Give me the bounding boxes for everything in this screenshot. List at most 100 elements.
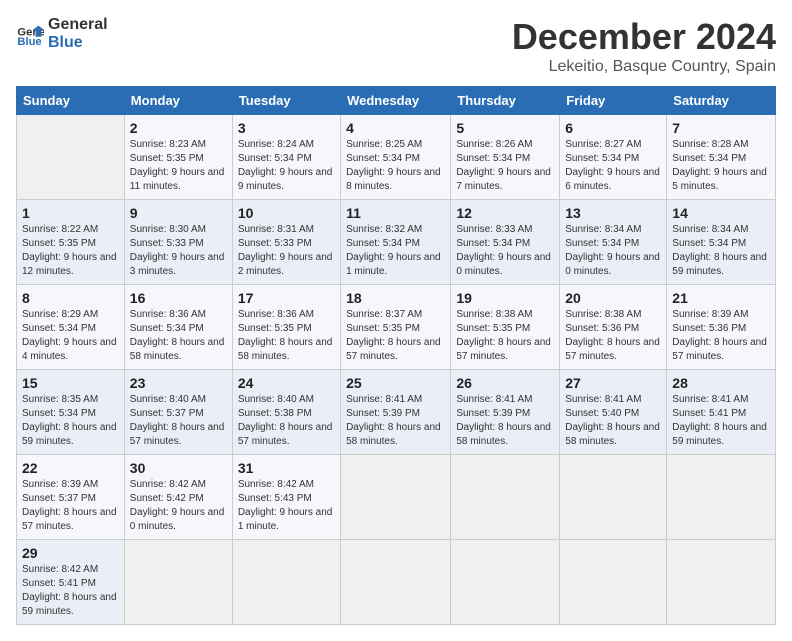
day-number: 12 xyxy=(456,205,554,221)
calendar-cell: 12 Sunrise: 8:33 AMSunset: 5:34 PMDayligh… xyxy=(451,200,560,285)
calendar-cell: 26 Sunrise: 8:41 AMSunset: 5:39 PMDayligh… xyxy=(451,370,560,455)
day-detail: Sunrise: 8:24 AMSunset: 5:34 PMDaylight:… xyxy=(238,139,333,192)
day-detail: Sunrise: 8:38 AMSunset: 5:35 PMDaylight:… xyxy=(456,309,551,362)
day-detail: Sunrise: 8:25 AMSunset: 5:34 PMDaylight:… xyxy=(346,139,441,192)
day-detail: Sunrise: 8:28 AMSunset: 5:34 PMDaylight:… xyxy=(672,139,767,192)
calendar-cell: 1 Sunrise: 8:22 AMSunset: 5:35 PMDaylight… xyxy=(17,200,125,285)
day-detail: Sunrise: 8:39 AMSunset: 5:37 PMDaylight:… xyxy=(22,479,117,532)
day-detail: Sunrise: 8:36 AMSunset: 5:34 PMDaylight:… xyxy=(130,309,225,362)
day-number: 25 xyxy=(346,375,445,391)
calendar-cell: 4 Sunrise: 8:25 AMSunset: 5:34 PMDaylight… xyxy=(341,115,451,200)
day-detail: Sunrise: 8:38 AMSunset: 5:36 PMDaylight:… xyxy=(565,309,660,362)
calendar-cell: 2 Sunrise: 8:23 AMSunset: 5:35 PMDaylight… xyxy=(124,115,232,200)
calendar-row: 15Sunrise: 8:35 AMSunset: 5:34 PMDayligh… xyxy=(17,370,776,455)
day-number: 10 xyxy=(238,205,335,221)
day-detail: Sunrise: 8:37 AMSunset: 5:35 PMDaylight:… xyxy=(346,309,441,362)
logo-general: General xyxy=(48,16,108,34)
logo-icon: General Blue xyxy=(16,20,44,48)
calendar-cell: 9Sunrise: 8:30 AMSunset: 5:33 PMDaylight… xyxy=(124,200,232,285)
day-detail: Sunrise: 8:31 AMSunset: 5:33 PMDaylight:… xyxy=(238,224,333,277)
day-number: 22 xyxy=(22,460,119,476)
day-detail: Sunrise: 8:29 AMSunset: 5:34 PMDaylight:… xyxy=(22,309,117,362)
day-detail: Sunrise: 8:22 AMSunset: 5:35 PMDaylight:… xyxy=(22,224,117,277)
day-number: 18 xyxy=(346,290,445,306)
day-detail: Sunrise: 8:40 AMSunset: 5:37 PMDaylight:… xyxy=(130,394,225,447)
calendar-cell: 23 Sunrise: 8:40 AMSunset: 5:37 PMDayligh… xyxy=(124,370,232,455)
calendar-cell: 30 Sunrise: 8:42 AMSunset: 5:42 PMDayligh… xyxy=(124,455,232,540)
day-number: 23 xyxy=(130,375,227,391)
calendar-cell: 19 Sunrise: 8:38 AMSunset: 5:35 PMDayligh… xyxy=(451,285,560,370)
day-number: 28 xyxy=(672,375,770,391)
day-number: 26 xyxy=(456,375,554,391)
day-detail: Sunrise: 8:41 AMSunset: 5:41 PMDaylight:… xyxy=(672,394,767,447)
calendar-cell: 20 Sunrise: 8:38 AMSunset: 5:36 PMDayligh… xyxy=(560,285,667,370)
calendar-cell: 15Sunrise: 8:35 AMSunset: 5:34 PMDayligh… xyxy=(17,370,125,455)
logo: General Blue General Blue xyxy=(16,16,108,51)
calendar-cell: 17Sunrise: 8:36 AMSunset: 5:35 PMDayligh… xyxy=(232,285,340,370)
calendar-cell: 11Sunrise: 8:32 AMSunset: 5:34 PMDayligh… xyxy=(341,200,451,285)
day-detail: Sunrise: 8:42 AMSunset: 5:41 PMDaylight:… xyxy=(22,564,117,617)
calendar-cell xyxy=(667,455,776,540)
day-number: 1 xyxy=(22,205,119,221)
calendar-cell xyxy=(17,115,125,200)
logo-blue: Blue xyxy=(48,34,108,52)
header-sunday: Sunday xyxy=(17,87,125,115)
calendar-cell: 16 Sunrise: 8:36 AMSunset: 5:34 PMDayligh… xyxy=(124,285,232,370)
calendar-cell: 21Sunrise: 8:39 AMSunset: 5:36 PMDayligh… xyxy=(667,285,776,370)
header-friday: Friday xyxy=(560,87,667,115)
day-number: 11 xyxy=(346,205,445,221)
calendar-cell: 24Sunrise: 8:40 AMSunset: 5:38 PMDayligh… xyxy=(232,370,340,455)
day-number: 7 xyxy=(672,120,770,136)
day-detail: Sunrise: 8:40 AMSunset: 5:38 PMDaylight:… xyxy=(238,394,333,447)
day-detail: Sunrise: 8:42 AMSunset: 5:43 PMDaylight:… xyxy=(238,479,333,532)
day-detail: Sunrise: 8:23 AMSunset: 5:35 PMDaylight:… xyxy=(130,139,225,192)
day-number: 13 xyxy=(565,205,661,221)
calendar-cell: 31 Sunrise: 8:42 AMSunset: 5:43 PMDayligh… xyxy=(232,455,340,540)
day-number: 20 xyxy=(565,290,661,306)
day-detail: Sunrise: 8:27 AMSunset: 5:34 PMDaylight:… xyxy=(565,139,660,192)
calendar-row: 1 Sunrise: 8:22 AMSunset: 5:35 PMDaylight… xyxy=(17,200,776,285)
day-number: 30 xyxy=(130,460,227,476)
calendar-table: SundayMondayTuesdayWednesdayThursdayFrid… xyxy=(16,86,776,625)
day-detail: Sunrise: 8:42 AMSunset: 5:42 PMDaylight:… xyxy=(130,479,225,532)
days-header-row: SundayMondayTuesdayWednesdayThursdayFrid… xyxy=(17,87,776,115)
calendar-cell: 18 Sunrise: 8:37 AMSunset: 5:35 PMDayligh… xyxy=(341,285,451,370)
calendar-row: 22 Sunrise: 8:39 AMSunset: 5:37 PMDayligh… xyxy=(17,455,776,540)
day-detail: Sunrise: 8:26 AMSunset: 5:34 PMDaylight:… xyxy=(456,139,551,192)
title-area: December 2024 Lekeitio, Basque Country, … xyxy=(512,16,776,76)
header-tuesday: Tuesday xyxy=(232,87,340,115)
day-number: 31 xyxy=(238,460,335,476)
day-detail: Sunrise: 8:34 AMSunset: 5:34 PMDaylight:… xyxy=(565,224,660,277)
day-detail: Sunrise: 8:33 AMSunset: 5:34 PMDaylight:… xyxy=(456,224,551,277)
day-number: 5 xyxy=(456,120,554,136)
calendar-cell: 7 Sunrise: 8:28 AMSunset: 5:34 PMDaylight… xyxy=(667,115,776,200)
calendar-cell: 25 Sunrise: 8:41 AMSunset: 5:39 PMDayligh… xyxy=(341,370,451,455)
calendar-cell: 3 Sunrise: 8:24 AMSunset: 5:34 PMDaylight… xyxy=(232,115,340,200)
calendar-cell: 5 Sunrise: 8:26 AMSunset: 5:34 PMDaylight… xyxy=(451,115,560,200)
calendar-cell xyxy=(451,455,560,540)
day-detail: Sunrise: 8:41 AMSunset: 5:39 PMDaylight:… xyxy=(346,394,441,447)
day-number: 14 xyxy=(672,205,770,221)
day-number: 3 xyxy=(238,120,335,136)
header-saturday: Saturday xyxy=(667,87,776,115)
day-number: 4 xyxy=(346,120,445,136)
calendar-cell xyxy=(560,455,667,540)
day-detail: Sunrise: 8:41 AMSunset: 5:39 PMDaylight:… xyxy=(456,394,551,447)
day-detail: Sunrise: 8:34 AMSunset: 5:34 PMDaylight:… xyxy=(672,224,767,277)
day-detail: Sunrise: 8:39 AMSunset: 5:36 PMDaylight:… xyxy=(672,309,767,362)
day-number: 19 xyxy=(456,290,554,306)
day-number: 2 xyxy=(130,120,227,136)
day-detail: Sunrise: 8:35 AMSunset: 5:34 PMDaylight:… xyxy=(22,394,117,447)
day-number: 27 xyxy=(565,375,661,391)
calendar-cell: 13 Sunrise: 8:34 AMSunset: 5:34 PMDayligh… xyxy=(560,200,667,285)
day-number: 16 xyxy=(130,290,227,306)
calendar-cell: 14 Sunrise: 8:34 AMSunset: 5:34 PMDayligh… xyxy=(667,200,776,285)
location-title: Lekeitio, Basque Country, Spain xyxy=(512,58,776,76)
calendar-row: 2 Sunrise: 8:23 AMSunset: 5:35 PMDaylight… xyxy=(17,115,776,200)
calendar-cell: 10 Sunrise: 8:31 AMSunset: 5:33 PMDayligh… xyxy=(232,200,340,285)
calendar-cell xyxy=(341,455,451,540)
calendar-cell: 8Sunrise: 8:29 AMSunset: 5:34 PMDaylight… xyxy=(17,285,125,370)
day-detail: Sunrise: 8:36 AMSunset: 5:35 PMDaylight:… xyxy=(238,309,333,362)
calendar-cell: 6Sunrise: 8:27 AMSunset: 5:34 PMDaylight… xyxy=(560,115,667,200)
header: General Blue General Blue December 2024 … xyxy=(16,16,776,76)
